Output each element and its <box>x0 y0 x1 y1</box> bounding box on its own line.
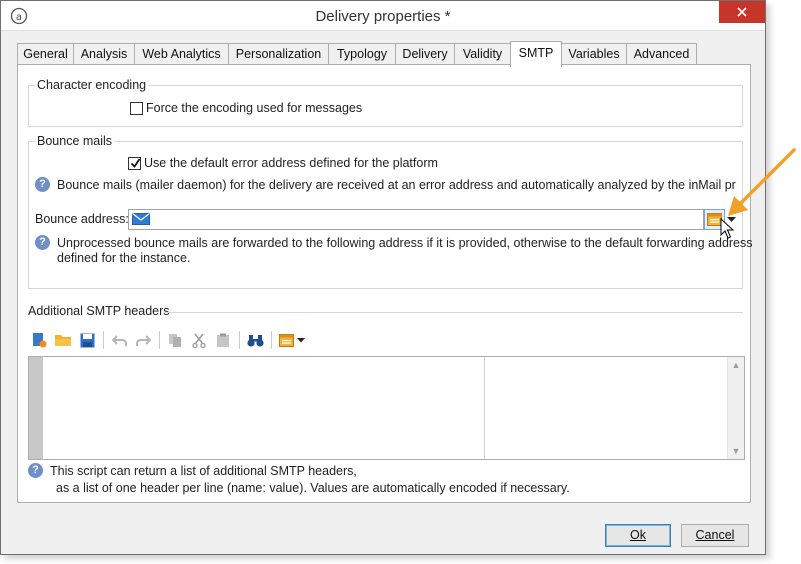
redo-icon <box>135 334 151 346</box>
ok-button[interactable]: Ok <box>605 524 671 547</box>
smtp-panel: Character encoding Force the encoding us… <box>17 64 753 503</box>
scroll-down-icon[interactable]: ▼ <box>731 446 741 456</box>
binoculars-icon <box>246 334 264 347</box>
editor-gutter <box>29 357 43 459</box>
help-icon: ? <box>35 235 50 250</box>
ok-button-label: Ok <box>630 528 646 542</box>
close-icon <box>737 7 747 17</box>
unprocessed-help-line1: Unprocessed bounce mails are forwarded t… <box>57 236 753 250</box>
undo-button[interactable] <box>108 329 130 351</box>
toolbar-separator <box>239 331 240 349</box>
tab-validity[interactable]: Validity <box>454 43 511 65</box>
bounce-address-label: Bounce address: <box>35 212 129 226</box>
save-icon <box>80 333 94 347</box>
undo-icon <box>111 334 127 346</box>
mouse-cursor-icon <box>720 218 734 239</box>
delivery-properties-window: a Delivery properties * General Analysis… <box>0 0 766 555</box>
default-error-address-label: Use the default error address defined fo… <box>144 156 438 170</box>
new-icon <box>33 333 47 348</box>
tab-typology[interactable]: Typology <box>328 43 396 65</box>
tab-analysis[interactable]: Analysis <box>73 43 135 65</box>
paste-icon <box>217 333 229 347</box>
bounce-mails-label: Bounce mails <box>35 134 115 148</box>
tab-web-analytics[interactable]: Web Analytics <box>134 43 229 65</box>
chevron-down-icon <box>297 337 305 342</box>
smtp-headers-script-editor[interactable]: ▲ ▼ <box>28 356 745 460</box>
default-error-address-checkbox[interactable] <box>128 157 141 170</box>
tab-variables[interactable]: Variables <box>561 43 627 65</box>
address-book-icon <box>279 333 294 347</box>
tab-advanced[interactable]: Advanced <box>626 43 697 65</box>
unprocessed-help-line2: defined for the instance. <box>57 251 191 265</box>
title-bar[interactable]: a Delivery properties * <box>1 1 765 31</box>
toolbar-separator <box>271 331 272 349</box>
bounce-address-input[interactable] <box>128 209 704 230</box>
copy-icon <box>169 333 181 347</box>
tab-delivery[interactable]: Delivery <box>395 43 455 65</box>
close-button[interactable] <box>719 1 765 23</box>
force-encoding-checkbox[interactable] <box>130 102 143 115</box>
tab-personalization[interactable]: Personalization <box>228 43 329 65</box>
bounce-help-text: Bounce mails (mailer daemon) for the del… <box>57 178 736 192</box>
help-icon: ? <box>28 463 43 478</box>
tab-smtp[interactable]: SMTP <box>510 41 562 67</box>
redo-button[interactable] <box>132 329 154 351</box>
find-button[interactable] <box>244 329 266 351</box>
toolbar-separator <box>159 331 160 349</box>
smtp-headers-label: Additional SMTP headers <box>28 304 170 318</box>
character-encoding-label: Character encoding <box>35 78 149 92</box>
editor-split-divider[interactable] <box>484 357 485 459</box>
smtp-headers-help-line2: as a list of one header per line (name: … <box>56 481 570 495</box>
open-button[interactable] <box>52 329 74 351</box>
folder-icon <box>55 335 71 346</box>
save-button[interactable] <box>76 329 98 351</box>
new-button[interactable] <box>28 329 50 351</box>
force-encoding-label: Force the encoding used for messages <box>146 101 363 115</box>
tab-general[interactable]: General <box>17 43 74 65</box>
smtp-headers-help-line1: This script can return a list of additio… <box>50 464 357 478</box>
vertical-scrollbar[interactable]: ▲ ▼ <box>727 357 744 459</box>
help-icon: ? <box>35 177 50 192</box>
smtp-headers-toolbar <box>28 327 742 353</box>
cut-button[interactable] <box>188 329 210 351</box>
window-title: Delivery properties * <box>315 8 451 25</box>
annotation-arrow <box>728 148 796 216</box>
envelope-icon <box>132 213 150 225</box>
copy-button[interactable] <box>164 329 186 351</box>
cancel-button[interactable]: Cancel <box>681 524 749 547</box>
scroll-up-icon[interactable]: ▲ <box>731 360 741 370</box>
scissors-icon <box>192 333 206 348</box>
cancel-button-label: Cancel <box>695 528 735 542</box>
paste-button[interactable] <box>212 329 234 351</box>
check-icon <box>130 158 141 168</box>
section-divider <box>164 312 743 313</box>
insert-menu-button[interactable] <box>276 329 308 351</box>
toolbar-separator <box>103 331 104 349</box>
